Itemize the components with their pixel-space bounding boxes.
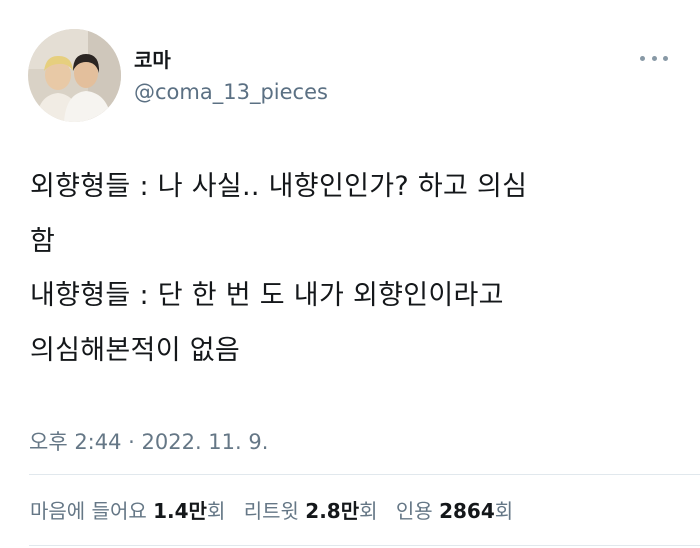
quotes-unit: 회 [494,499,514,523]
retweets-stat[interactable]: 리트윗 2.8만회 [244,499,378,523]
tweet-stats: 마음에 들어요 1.4만회 리트윗 2.8만회 인용 2864회 [30,495,525,524]
likes-stat[interactable]: 마음에 들어요 1.4만회 [30,499,225,523]
dot [663,55,668,61]
tweet-line: 외향형들 : 나 사실.. 내향인인가? 하고 의심 [30,171,528,202]
avatar-photo [28,29,121,122]
likes-unit: 회 [206,499,226,523]
tweet-line: 내향형들 : 단 한 번 도 내가 외향인이라고 [30,280,504,311]
divider [29,545,700,546]
likes-count: 1.4만 [153,499,207,523]
likes-label: 마음에 들어요 [30,499,147,523]
quotes-stat[interactable]: 인용 2864회 [396,499,513,523]
display-name[interactable]: 코마 [134,44,171,73]
retweets-unit: 회 [359,499,378,523]
user-handle[interactable]: @coma_13_pieces [134,80,328,104]
tweet-line: 의심해본적이 없음 [30,334,241,366]
divider [29,474,700,475]
retweets-label: 리트윗 [243,499,299,523]
dot [640,55,645,61]
tweet: 코마 @coma_13_pieces 외향형들 : 나 사실.. 내향인인가? … [0,0,700,548]
tweet-timestamp[interactable]: 오후 2:44 · 2022. 11. 9. [29,426,268,456]
quotes-label: 인용 [395,499,433,523]
retweets-count: 2.8만 [305,499,360,523]
tweet-text: 외향형들 : 나 사실.. 내향인인가? 하고 의심 함 내향형들 : 단 한 … [30,160,680,378]
more-horizontal-icon[interactable] [640,52,668,64]
avatar[interactable] [28,29,121,122]
dot [651,55,657,61]
quotes-count: 2864 [439,499,495,523]
tweet-line: 함 [30,225,56,257]
